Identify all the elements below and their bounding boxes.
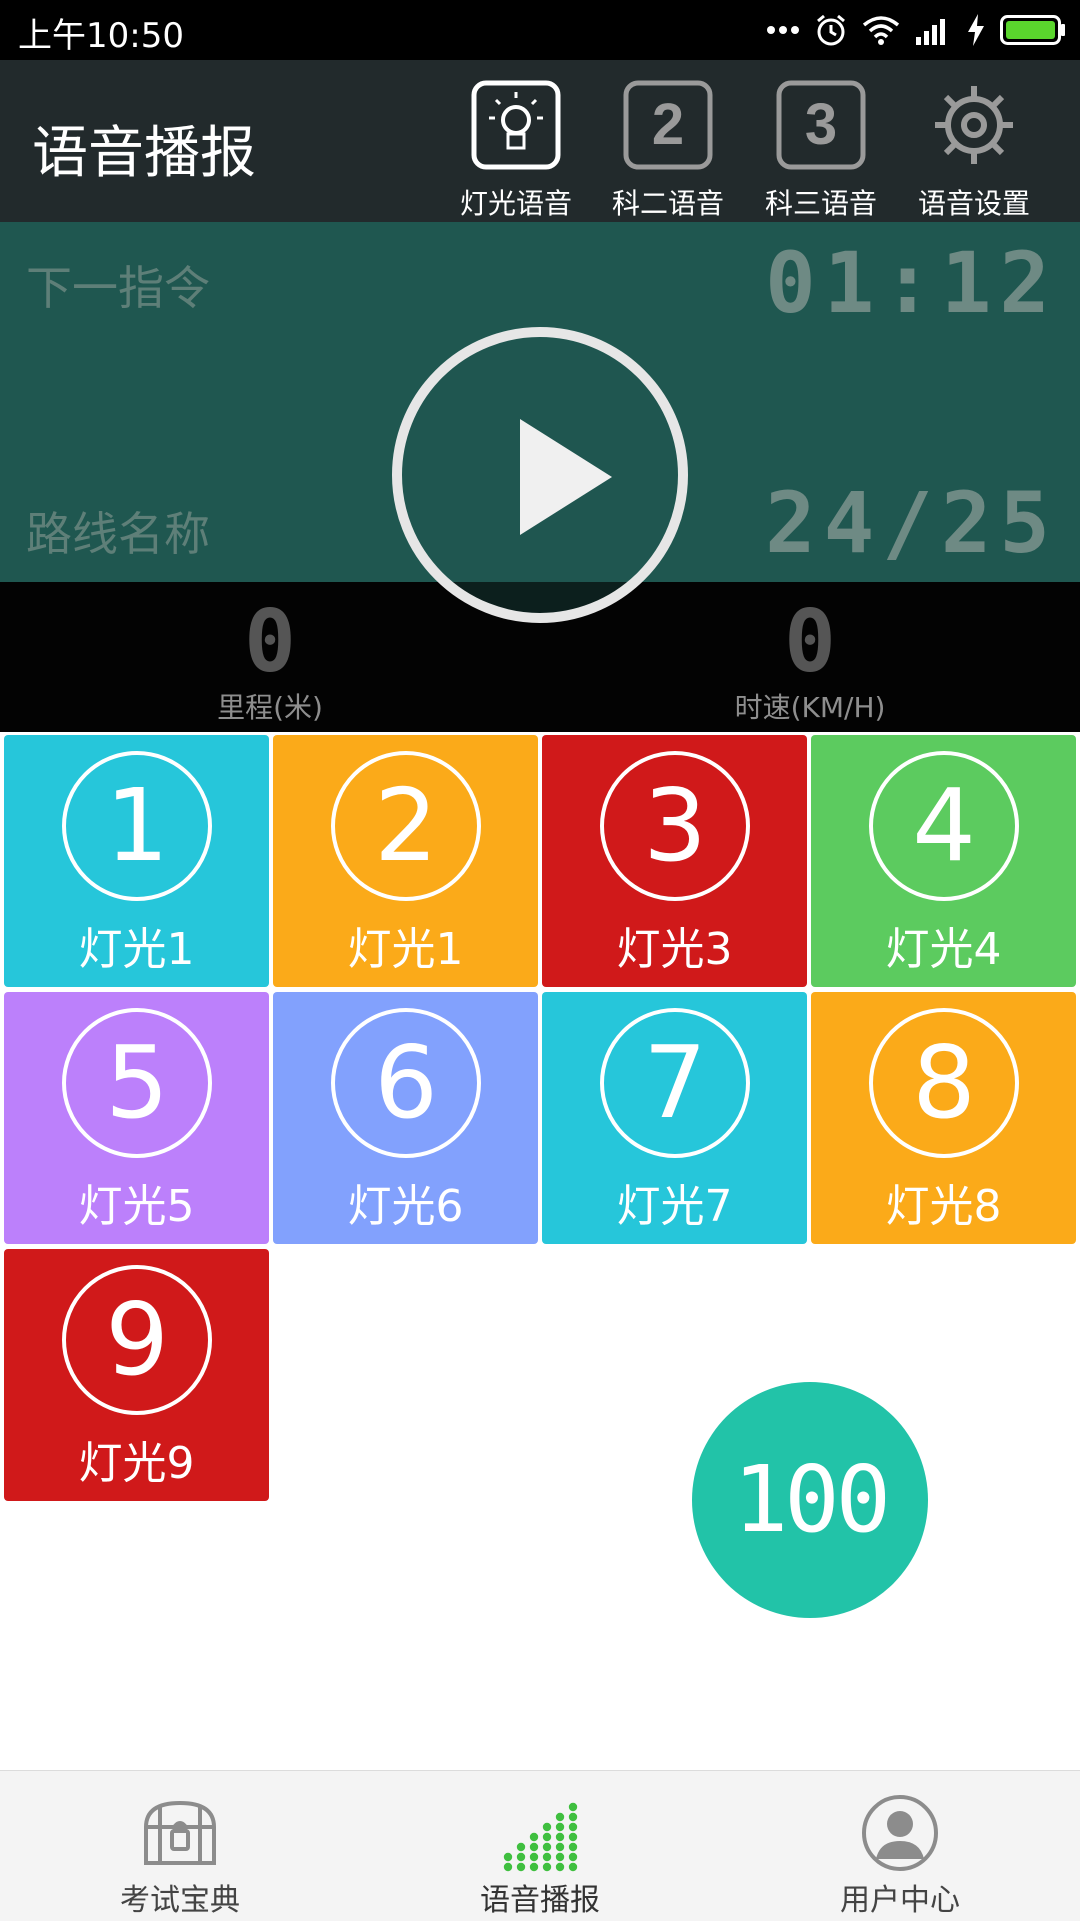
play-button[interactable] [392,327,688,623]
nav-exam-guide-label: 考试宝典 [120,1883,240,1918]
speed-value: 0 [784,592,836,692]
tab-subject3-voice[interactable]: 3 科三语音 [746,70,896,220]
play-icon [520,419,612,535]
light-tile-8[interactable]: 8 灯光8 [811,992,1076,1244]
nav-user-center-label: 用户中心 [840,1883,960,1918]
light-tile-label: 灯光1 [347,924,464,975]
app-header: 语音播报 灯光语音 2 科二语音 3 科三语音 语音设置 [0,60,1080,222]
treasure-chest-icon [140,1793,220,1873]
light-tile-number: 1 [62,751,212,901]
light-tile-2[interactable]: 2 灯光1 [273,735,538,987]
nav-voice-broadcast[interactable]: 语音播报 [360,1771,720,1921]
distance-value: 0 [244,592,296,692]
light-tile-number: 9 [62,1265,212,1415]
light-tile-label: 灯光1 [78,924,195,975]
number-2-icon: 2 [623,80,713,170]
light-tile-9[interactable]: 9 灯光9 [4,1249,269,1501]
light-tile-number: 4 [869,751,1019,901]
tab-subject3-voice-label: 科三语音 [764,187,877,220]
tab-voice-settings[interactable]: 语音设置 [899,70,1049,220]
nav-voice-broadcast-label: 语音播报 [480,1883,600,1918]
speed-label: 时速(KM/H) [734,691,886,724]
nav-exam-guide[interactable]: 考试宝典 [0,1771,360,1921]
status-icons [766,10,1066,50]
bulb-icon [471,80,561,170]
tab-light-voice[interactable]: 灯光语音 [441,70,591,220]
light-tile-label: 灯光4 [885,924,1002,975]
distance-stat: 0 里程(米) [0,582,540,732]
bottom-nav: 考试宝典 语音播报 用户中心 [0,1770,1080,1921]
svg-text:3: 3 [805,92,837,157]
page-title: 语音播报 [32,121,256,186]
wifi-icon [862,15,900,45]
status-bar: 上午10:50 [0,0,1080,60]
light-tile-number: 7 [600,1008,750,1158]
battery-icon [1000,15,1066,45]
light-tile-number: 6 [331,1008,481,1158]
tab-subject2-voice-label: 科二语音 [611,187,724,220]
svg-text:2: 2 [652,92,684,157]
timer-display: 01:12 [765,234,1058,332]
light-tile-label: 灯光9 [78,1438,195,1489]
more-dots-icon [766,25,800,35]
light-tile-label: 灯光6 [347,1181,464,1232]
gear-icon [929,80,1019,170]
tab-subject2-voice[interactable]: 2 科二语音 [593,70,743,220]
user-avatar-icon [860,1793,940,1873]
light-tile-3[interactable]: 3 灯光3 [542,735,807,987]
light-tile-number: 3 [600,751,750,901]
alarm-icon [814,13,848,47]
status-time: 上午10:50 [18,16,184,56]
light-tile-number: 2 [331,751,481,901]
signal-icon [914,15,952,45]
nav-user-center[interactable]: 用户中心 [720,1771,1080,1921]
light-tile-number: 5 [62,1008,212,1158]
speed-stat: 0 时速(KM/H) [540,582,1080,732]
light-tile-label: 灯光3 [616,924,733,975]
light-tile-label: 灯光7 [616,1181,733,1232]
light-tile-label: 灯光5 [78,1181,195,1232]
speed-limit-bubble[interactable]: 100 [692,1382,928,1618]
light-tile-5[interactable]: 5 灯光5 [4,992,269,1244]
light-tile-1[interactable]: 1 灯光1 [4,735,269,987]
light-tile-number: 8 [869,1008,1019,1158]
tab-voice-settings-label: 语音设置 [917,187,1030,220]
audio-bars-icon [500,1793,580,1873]
next-command-label: 下一指令 [26,261,210,315]
light-tile-7[interactable]: 7 灯光7 [542,992,807,1244]
distance-label: 里程(米) [217,691,323,724]
light-tile-label: 灯光8 [885,1181,1002,1232]
light-tile-6[interactable]: 6 灯光6 [273,992,538,1244]
progress-display: 24/25 [765,474,1058,572]
tab-light-voice-label: 灯光语音 [459,187,572,220]
route-name-label: 路线名称 [26,507,210,561]
light-tile-4[interactable]: 4 灯光4 [811,735,1076,987]
number-3-icon: 3 [776,80,866,170]
charging-icon [966,14,986,46]
